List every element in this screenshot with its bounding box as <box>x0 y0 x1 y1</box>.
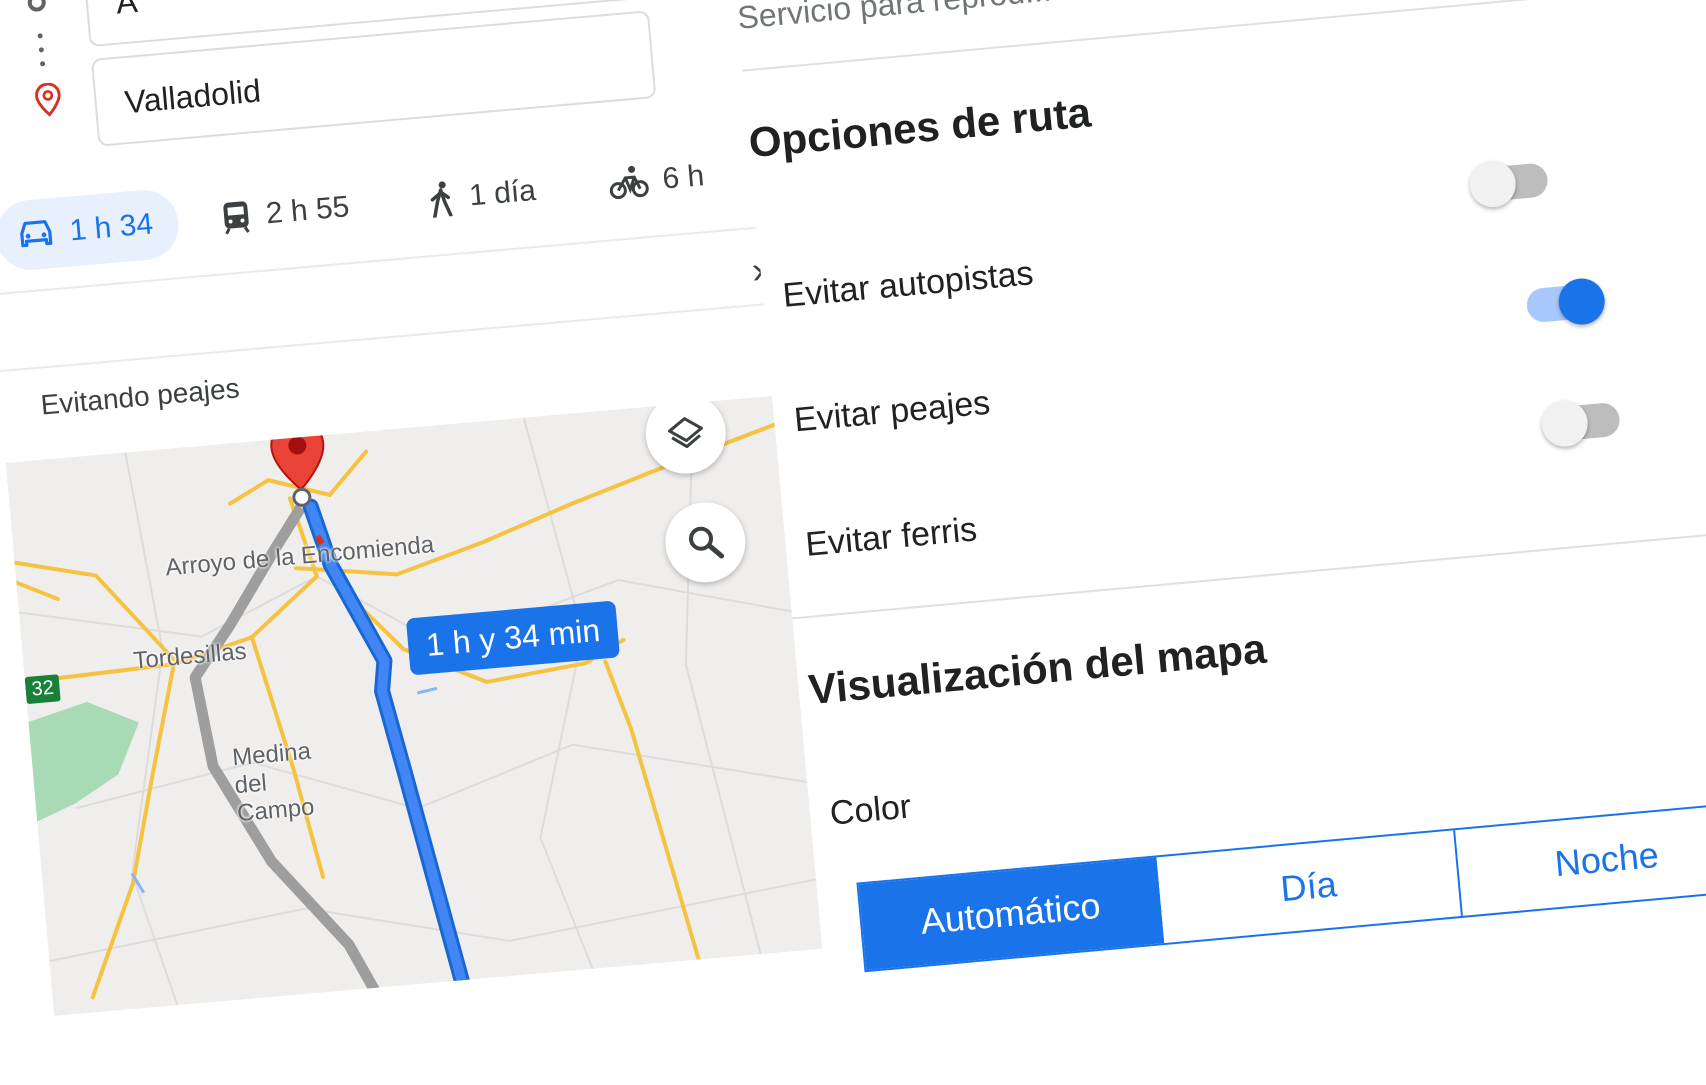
search-icon <box>688 526 725 559</box>
option-avoid-highways-label: Evitar autopistas <box>781 254 1035 315</box>
option-avoid-ferries-label: Evitar ferris <box>803 510 979 564</box>
color-option-day[interactable]: Día <box>1156 830 1463 943</box>
travel-mode-tabs: 1 h 34 2 h 55 1 día 6 h <box>0 133 806 274</box>
destination-field-value: Valladolid <box>123 72 263 121</box>
divider <box>0 298 815 373</box>
mode-driving-label: 1 h 34 <box>68 207 155 248</box>
mode-cycling-tab[interactable]: 6 h <box>606 141 707 219</box>
train-icon <box>223 201 250 235</box>
bicycle-icon <box>609 165 649 200</box>
color-option-night[interactable]: Noche <box>1455 803 1706 916</box>
layers-icon <box>667 417 703 449</box>
toggle-avoid-ferries[interactable] <box>1539 398 1622 449</box>
color-mode-selector: Automático Día Noche <box>856 801 1706 973</box>
map-canvas <box>12 402 865 1016</box>
mode-transit-label: 2 h 55 <box>264 190 351 231</box>
toggle-avoid-tolls[interactable] <box>1525 276 1607 327</box>
walking-icon <box>430 181 453 219</box>
directions-panel: A Valladolid ⇅ 1 h 34 2 h 55 <box>0 0 872 1016</box>
mode-cycling-label: 6 h <box>661 159 706 196</box>
avoiding-tolls-note: Evitando peajes <box>39 372 241 421</box>
color-label: Color <box>828 787 913 833</box>
toggle-avoid-highways[interactable] <box>1467 159 1550 210</box>
mode-walking-label: 1 día <box>467 173 538 213</box>
road-number-badge: 32 <box>24 674 61 705</box>
route-dots-icon <box>37 33 46 75</box>
car-icon <box>20 220 53 248</box>
destination-pin-marker-icon <box>270 418 325 507</box>
origin-field-value: A <box>114 0 139 21</box>
mode-transit-tab[interactable]: 2 h 55 <box>217 172 352 253</box>
origin-dot-icon <box>26 0 47 13</box>
destination-pin-icon <box>35 82 61 117</box>
settings-panel: Servicio para reprod... Opciones de ruta… <box>735 0 1706 1085</box>
mode-walking-tab[interactable]: 1 día <box>426 156 538 235</box>
place-label-medina: Medina del Campo <box>231 737 316 828</box>
route-options-heading: Opciones de ruta <box>746 88 1093 167</box>
map-display-heading: Visualización del mapa <box>806 624 1269 714</box>
color-option-automatic[interactable]: Automático <box>858 857 1165 971</box>
mode-driving-tab[interactable]: 1 h 34 <box>0 187 182 273</box>
option-avoid-tolls-label: Evitar peajes <box>792 383 992 440</box>
settings-subtitle: Servicio para reprod... <box>735 0 1053 36</box>
map-view[interactable]: Arroyo de la Encomienda Tordesillas Medi… <box>5 391 872 1016</box>
